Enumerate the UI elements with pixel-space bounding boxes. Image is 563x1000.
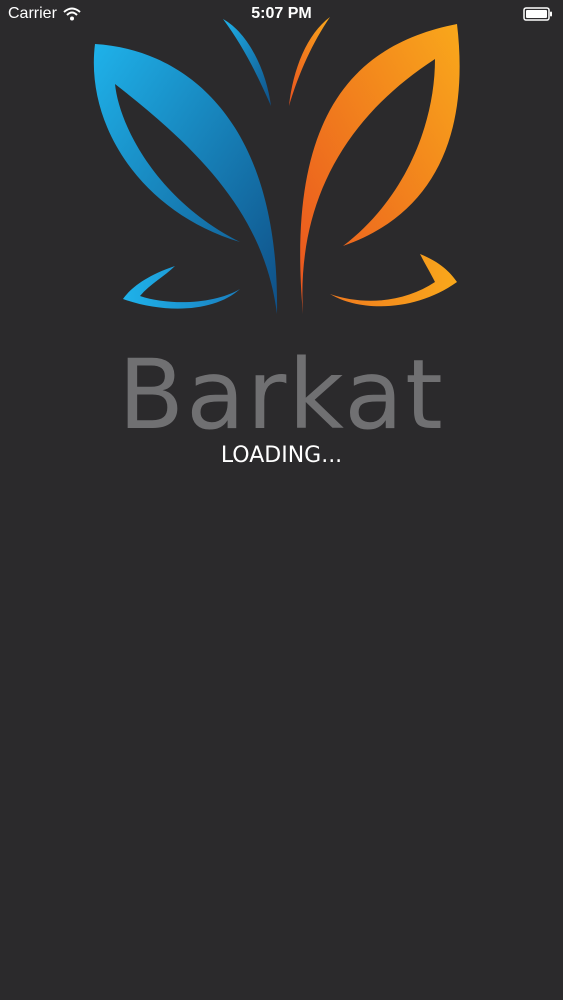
right-lower-wing [330,254,457,307]
battery-icon [523,7,552,21]
butterfly-logo [93,17,460,314]
brand-name: Barkat [118,339,445,451]
loading-text: LOADING... [220,443,343,468]
left-lower-wing [123,266,240,309]
left-upper-wing [93,44,278,314]
left-antenna [223,19,271,106]
right-antenna [289,17,330,106]
